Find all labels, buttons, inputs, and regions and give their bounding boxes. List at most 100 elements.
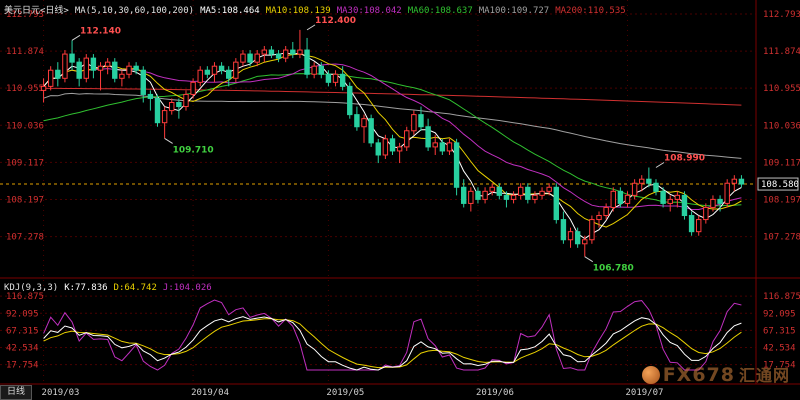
kdj-axis-label-left: 42.534 — [6, 344, 39, 354]
candle-body — [596, 215, 602, 221]
candle-body — [190, 81, 196, 95]
candle-body — [475, 190, 481, 200]
price-axis-label-right: 110.036 — [763, 121, 800, 131]
candle-body — [681, 194, 688, 217]
candle-body — [667, 198, 673, 204]
kdj-axis-label-left: 92.095 — [6, 309, 39, 319]
price-annotation: 112.400 — [315, 16, 356, 26]
candle-body — [653, 182, 659, 192]
candle-body — [510, 194, 517, 200]
candle-body — [603, 206, 609, 217]
kdj-axis-label-left: 116.875 — [6, 292, 44, 302]
kdj-axis-label-right: 92.095 — [763, 309, 796, 319]
candle-body — [290, 49, 296, 55]
ma-value-2: MA30:108.042 — [336, 6, 402, 16]
ma-value-1: MA10:108.139 — [265, 6, 331, 16]
date-axis-label: 2019/07 — [626, 388, 664, 398]
candle-body — [525, 186, 531, 200]
candle-body — [688, 215, 695, 233]
price-annotation: 112.140 — [80, 26, 121, 36]
candle-body — [83, 57, 89, 79]
price-axis-label-left: 109.117 — [6, 158, 44, 168]
candle-body — [646, 178, 652, 184]
candle-body — [97, 65, 104, 71]
ma-value-5: MA200:110.535 — [555, 6, 626, 16]
candle-body — [696, 219, 702, 233]
ma-value-3: MA60:108.637 — [407, 6, 473, 16]
candle-body — [140, 69, 146, 95]
candle-body — [347, 85, 353, 116]
candle-body — [717, 198, 723, 204]
candle-body — [354, 114, 360, 128]
price-axis-label-left: 111.874 — [6, 47, 44, 57]
candle-body — [432, 142, 438, 148]
candle-body — [76, 61, 82, 79]
candle-body — [55, 69, 61, 79]
candle-body — [47, 69, 54, 87]
candle-body — [439, 142, 446, 152]
candle-body — [233, 61, 239, 79]
current-price-label: 108.580 — [761, 180, 799, 190]
candle-body — [574, 231, 581, 245]
candle-body — [197, 69, 203, 83]
kdj-axis-label-left: 17.754 — [6, 361, 39, 371]
candle-body — [617, 190, 624, 204]
kdj-j-line — [43, 299, 742, 371]
candle-body — [240, 53, 246, 63]
candle-body — [517, 186, 524, 196]
ma-value-4: MA100:109.727 — [478, 6, 550, 16]
candle-body — [282, 49, 289, 59]
chart-title: 美元日元<日线> — [4, 6, 69, 16]
candle-body — [169, 102, 175, 112]
candle-body — [261, 49, 268, 55]
price-axis-label-right: 108.197 — [763, 196, 800, 206]
fx678-logo-icon — [641, 366, 660, 384]
candle-body — [418, 114, 424, 128]
candle-body — [731, 178, 738, 184]
period-tab-daily[interactable]: 日线 — [0, 385, 33, 400]
kdj-axis-label-right: 116.875 — [763, 292, 800, 302]
price-chart[interactable]: 112.793 112.793111.874 111.874110.955 110.9… — [0, 0, 800, 400]
watermark-brand: FX678 — [662, 364, 735, 386]
candle-body — [268, 49, 275, 55]
candle-body — [496, 186, 503, 196]
candle-body — [631, 182, 638, 196]
candle-body — [396, 146, 403, 152]
kdj-axis-label-right: 67.315 — [763, 326, 796, 336]
candle-body — [453, 142, 460, 188]
candle-body — [404, 130, 410, 148]
candle-body — [660, 190, 666, 204]
candle-body — [446, 142, 453, 152]
date-axis-label: 2019/06 — [476, 388, 514, 398]
candle-body — [710, 198, 716, 208]
candle-body — [297, 49, 303, 55]
candle-body — [126, 65, 132, 75]
date-axis-label: 2019/04 — [191, 388, 229, 398]
price-axis-label-left: 110.036 — [6, 121, 44, 131]
candle-body — [311, 65, 317, 75]
watermark-cn: 汇通网 — [738, 366, 790, 385]
candle-body — [104, 61, 111, 67]
candle-body — [425, 126, 431, 148]
price-annotation: 109.710 — [173, 145, 214, 155]
candle-body — [582, 239, 588, 245]
candle-body — [204, 69, 211, 75]
kdj-params: KDJ(9,3,3) — [4, 283, 59, 293]
kdj-values: K:77.836 D:64.742 J:104.026 — [64, 283, 218, 293]
price-axis-label-right: 112.793 — [763, 10, 800, 20]
candle-body — [503, 194, 510, 200]
ma-values: MA5:108.464 MA10:108.139 MA30:108.042 MA60:… — [200, 6, 632, 16]
candle-body — [703, 206, 709, 221]
candle-body — [69, 53, 75, 63]
candle-body — [724, 182, 730, 204]
candle-body — [389, 138, 396, 152]
candle-body — [40, 85, 47, 91]
candle-body — [674, 194, 681, 200]
candle-body — [539, 190, 545, 196]
candle-body — [411, 114, 417, 132]
candle-body — [90, 57, 97, 71]
annotation-pointer — [164, 138, 173, 144]
fx678-watermark: FX678 汇通网 — [641, 362, 790, 386]
price-axis-label-left: 108.197 — [6, 196, 44, 206]
price-axis-label-right: 109.117 — [763, 158, 800, 168]
